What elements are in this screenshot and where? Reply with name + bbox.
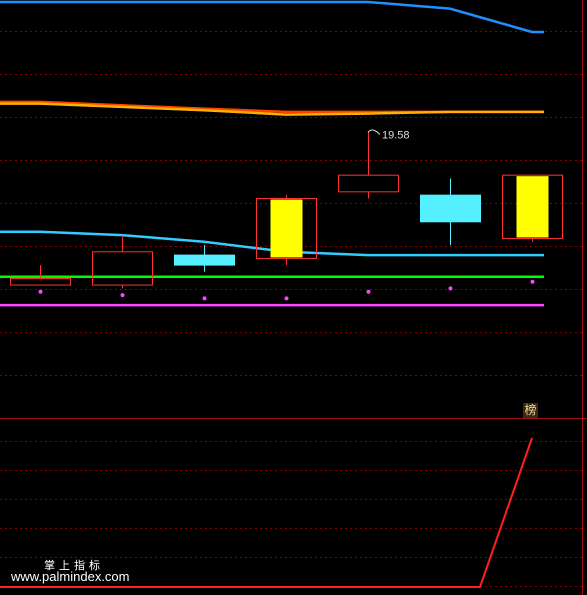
candlesticks — [10, 129, 563, 289]
candle-body — [516, 176, 549, 238]
signal-dot — [38, 289, 43, 294]
candle-body — [92, 251, 153, 286]
candle-body — [338, 174, 399, 193]
ma-line — [0, 0, 544, 34]
rank-badge-icon[interactable]: 榜 — [523, 403, 538, 418]
signal-dot — [202, 296, 207, 301]
signal-dot — [284, 296, 289, 301]
candle-body — [270, 199, 303, 258]
signal-dot — [366, 289, 371, 294]
signal-dot — [448, 286, 453, 291]
kline-chart: 19.58 — [0, 0, 587, 595]
high-label-pointer — [367, 129, 381, 135]
signal-dot — [530, 279, 535, 284]
signal-dots — [38, 279, 535, 301]
candle-body — [420, 194, 481, 223]
candle-body — [10, 277, 71, 286]
ma-line — [0, 100, 544, 114]
signal-dot — [120, 293, 125, 298]
chart-stage: 19.58 榜 掌上指标 www.palmindex.com — [0, 0, 587, 595]
watermark-url: www.palmindex.com — [11, 569, 130, 584]
candle-body — [174, 254, 235, 266]
moving-average-lines — [0, 0, 544, 307]
ma-line — [0, 102, 544, 116]
high-price-label: 19.58 — [382, 130, 410, 142]
